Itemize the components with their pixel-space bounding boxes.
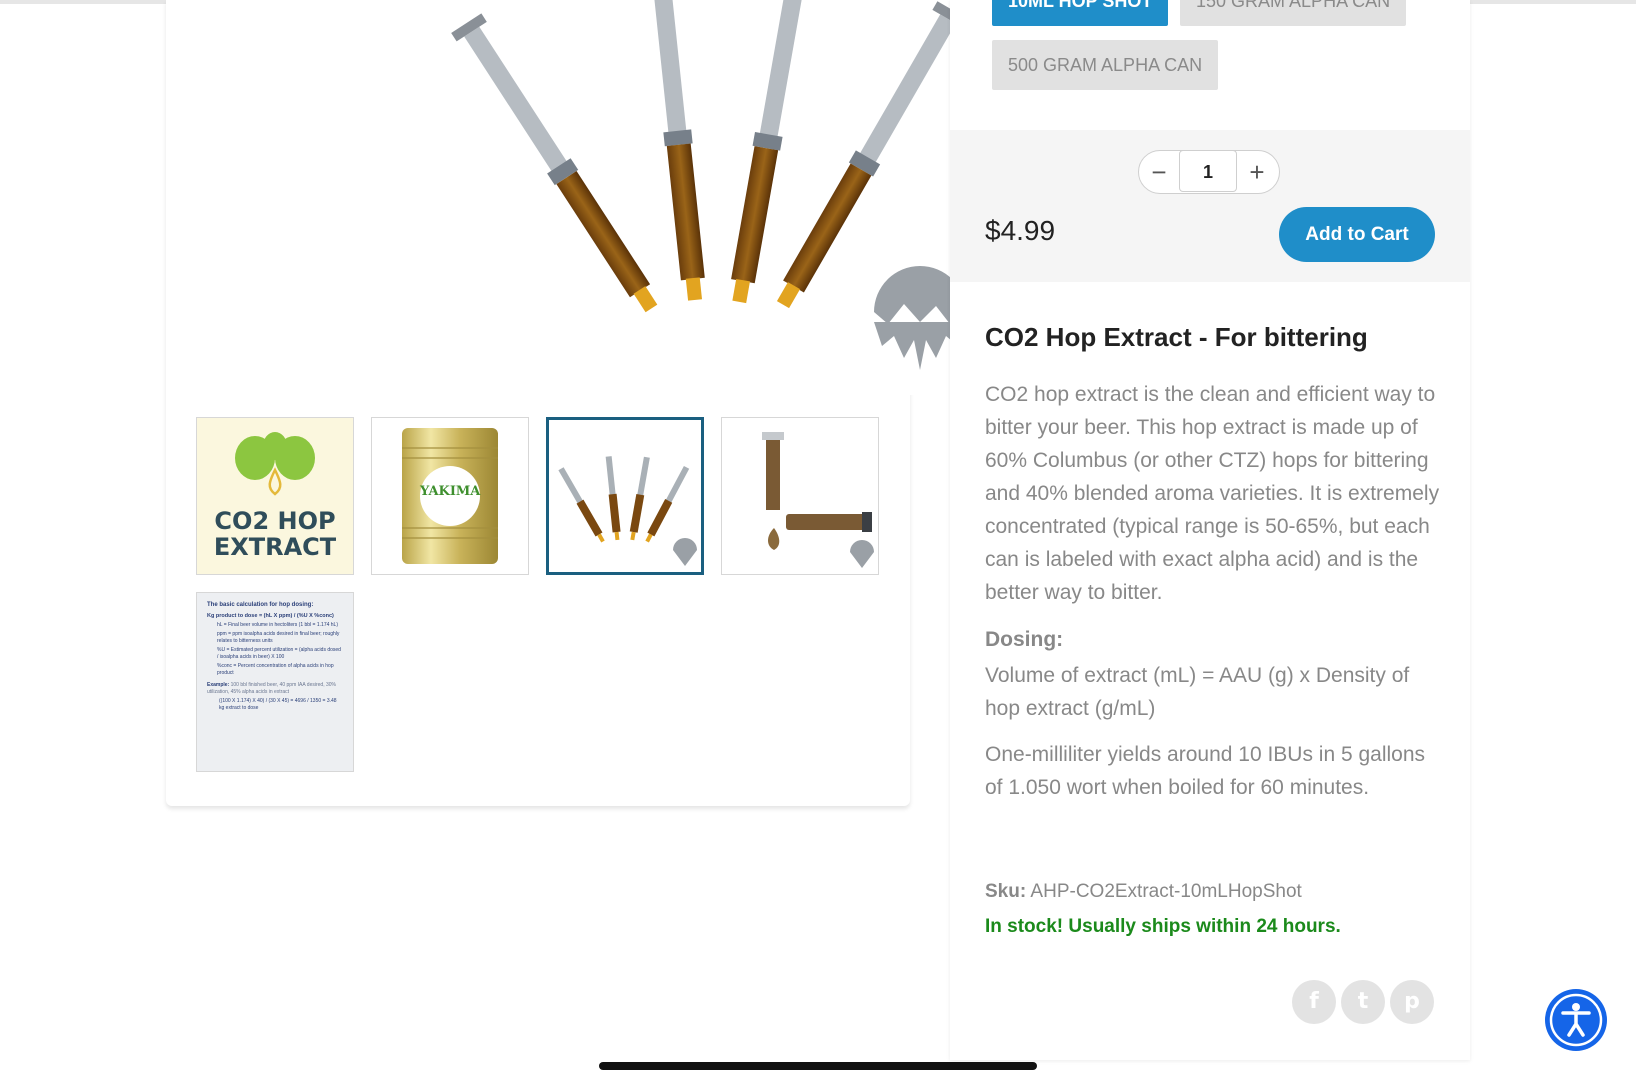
thumbnail-logo-text-line2: EXTRACT [213,533,337,561]
sku-value: AHP-CO2Extract-10mLHopShot [1030,881,1302,902]
calc-sheet-bullet: ppm = ppm isoalpha acids desired in fina… [217,631,340,644]
sku-label: Sku: [985,881,1027,902]
stock-status: In stock! Usually ships within 24 hours. [985,916,1341,937]
product-title: CO2 Hop Extract - For bittering [985,322,1368,352]
thumbnail-yakima-label: YAKIMA [420,484,481,499]
variant-10ml-hop-shot[interactable]: 10ML HOP SHOT [992,0,1169,26]
accessibility-icon [1549,993,1603,1047]
main-product-image[interactable] [376,0,976,395]
calc-sheet-bullet: hL = Final beer volume in hectoliters (1… [217,622,338,628]
thumbnail-syringe-dispensing[interactable] [721,417,879,575]
quantity-input[interactable]: 1 [1179,150,1237,192]
yield-note: One-milliliter yields around 10 IBUs in … [985,743,1426,799]
variant-500-gram-alpha-can[interactable]: 500 GRAM ALPHA CAN [992,40,1219,90]
product-price: $4.99 [985,215,1056,246]
quantity-stepper: − 1 + [1138,150,1280,194]
accessibility-button[interactable] [1545,989,1607,1051]
minus-icon[interactable]: − [1139,151,1179,193]
facebook-icon[interactable]: f [1292,980,1336,1024]
sku-line: Sku: AHP-CO2Extract-10mLHopShot [985,881,1302,903]
dosing-formula: Volume of extract (mL) = AAU (g) x Densi… [985,664,1410,720]
thumbnail-logo-text-line1: CO2 HOP [214,507,336,535]
pinterest-icon[interactable]: p [1390,980,1434,1024]
add-to-cart-section: − 1 + $4.99 Add to Cart [950,130,1470,282]
product-details-panel: 10ML HOP SHOT 150 GRAM ALPHA CAN 500 GRA… [950,0,1470,1060]
thumbnail-calc-sheet[interactable]: The basic calculation for hop dosing: Kg… [196,592,354,772]
thumbnail-co2-logo[interactable]: CO2 HOP EXTRACT [196,417,354,575]
product-description: CO2 hop extract is the clean and efficie… [985,383,1440,604]
calc-sheet-heading: The basic calculation for hop dosing: [207,602,314,608]
plus-icon[interactable]: + [1237,151,1277,193]
product-gallery: CO2 HOP EXTRACT YAKIMA The basic calcula… [166,0,976,806]
calc-sheet-example-label: Example: [207,682,230,688]
twitter-icon[interactable]: t [1341,980,1385,1024]
variant-150-gram-alpha-can[interactable]: 150 GRAM ALPHA CAN [1180,0,1407,26]
thumbnail-four-syringes[interactable] [546,417,704,575]
calc-sheet-bullet: %conc = Percent concentration of alpha a… [217,663,334,676]
thumbnail-yakima-can[interactable]: YAKIMA [371,417,529,575]
add-to-cart-button[interactable]: Add to Cart [1279,207,1435,262]
home-indicator [599,1062,1037,1070]
calc-sheet-bullet: %U = Estimated percent utilization = (al… [217,647,341,660]
calc-sheet-formula: Kg product to dose = (hL X ppm) / (%U X … [207,613,334,619]
calc-sheet-example-calc: ((100 X 1.174) X 40) / (30 X 45) = 4696 … [219,698,337,711]
dosing-label: Dosing: [985,628,1064,651]
